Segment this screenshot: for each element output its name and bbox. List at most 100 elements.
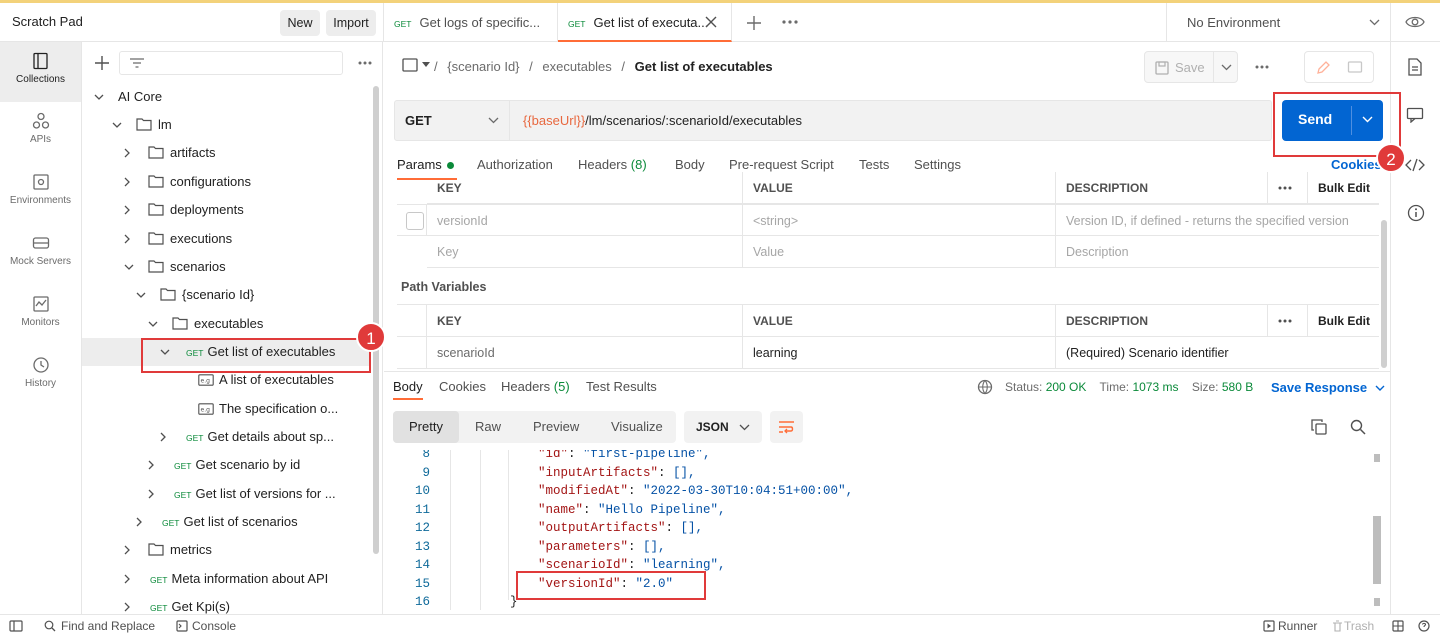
tree-item[interactable]: executions [82, 225, 370, 253]
tree-item[interactable]: GET Meta information about API [82, 565, 370, 593]
tab-headers[interactable]: Headers (8) [578, 157, 647, 172]
scrollbar-arrow-down[interactable] [1374, 598, 1380, 606]
tree-item[interactable]: configurations [82, 168, 370, 196]
chevron-right-icon[interactable] [136, 517, 143, 527]
more-options-icon[interactable] [1268, 172, 1308, 204]
documentation-icon[interactable] [1407, 58, 1423, 76]
runner-button[interactable]: Runner [1278, 619, 1317, 633]
cookies-link[interactable]: Cookies [1331, 157, 1382, 172]
url-input[interactable]: {{baseUrl}}/lm/scenarios/:scenarioId/exe… [523, 113, 802, 128]
chevron-right-icon[interactable] [124, 574, 131, 584]
edit-doc-toggle[interactable] [1304, 51, 1374, 83]
tab-pre-request-script[interactable]: Pre-request Script [729, 157, 834, 172]
breadcrumb-executables[interactable]: executables [542, 59, 611, 74]
save-button[interactable]: Save [1144, 51, 1238, 83]
tree-item[interactable]: executables [82, 310, 370, 338]
response-tab-headers[interactable]: Headers (5) [501, 379, 570, 394]
chevron-right-icon[interactable] [124, 205, 131, 215]
find-and-replace-button[interactable]: Find and Replace [61, 619, 155, 633]
save-response-button[interactable]: Save Response [1271, 380, 1385, 395]
tree-item[interactable]: GET Get list of scenarios [82, 508, 370, 536]
view-pretty[interactable]: Pretty [393, 411, 459, 443]
chevron-down-icon[interactable] [1221, 64, 1232, 71]
chevron-down-icon[interactable] [94, 94, 104, 101]
request-title[interactable]: Get list of executables [635, 59, 773, 74]
help-icon[interactable] [1418, 620, 1430, 632]
close-icon[interactable] [705, 16, 717, 28]
view-visualize[interactable]: Visualize [611, 419, 663, 434]
param-key[interactable]: versionId [427, 204, 743, 236]
chevron-right-icon[interactable] [124, 148, 131, 158]
copy-icon[interactable] [1311, 419, 1327, 435]
param-value[interactable]: <string> [743, 204, 1056, 236]
new-button[interactable]: New [280, 10, 320, 36]
search-icon[interactable] [1350, 419, 1366, 435]
console-button[interactable]: Console [192, 619, 236, 633]
chevron-right-icon[interactable] [124, 545, 131, 555]
format-select[interactable]: JSON [684, 411, 762, 443]
tree-item[interactable]: metrics [82, 536, 370, 564]
rail-apis[interactable]: APIs [0, 102, 81, 162]
tab-body[interactable]: Body [675, 157, 705, 172]
chevron-right-icon[interactable] [124, 177, 131, 187]
tab-authorization[interactable]: Authorization [477, 157, 553, 172]
tree-item[interactable]: AI Core [82, 83, 370, 111]
breadcrumb-scenario-id[interactable]: {scenario Id} [447, 59, 519, 74]
param-description[interactable]: Version ID, if defined - returns the spe… [1056, 204, 1379, 236]
caret-down-icon[interactable] [422, 62, 430, 68]
chevron-down-icon[interactable] [148, 321, 158, 328]
rail-mock-servers[interactable]: Mock Servers [0, 224, 81, 284]
bulk-edit-link[interactable]: Bulk Edit [1308, 172, 1379, 204]
more-options-icon[interactable] [1268, 305, 1308, 337]
new-tab-plus-icon[interactable] [747, 16, 761, 30]
view-raw[interactable]: Raw [475, 419, 501, 434]
sidebar-toggle-icon[interactable] [9, 620, 23, 632]
scrollbar-thumb[interactable] [1373, 516, 1381, 584]
tree-item[interactable]: e.g The specification o... [82, 395, 370, 423]
tab-get-list-executables[interactable]: GET Get list of executa... [558, 3, 732, 42]
import-button[interactable]: Import [326, 10, 376, 36]
param-checkbox[interactable] [397, 204, 427, 236]
info-icon[interactable] [1407, 204, 1425, 222]
chevron-right-icon[interactable] [124, 602, 131, 612]
trash-button[interactable]: Trash [1344, 619, 1374, 633]
new-param-key[interactable]: Key [427, 236, 743, 268]
more-actions-icon[interactable] [1255, 65, 1269, 69]
status-value[interactable]: 200 OK [1046, 380, 1087, 394]
layout-icon[interactable] [1392, 620, 1404, 632]
pencil-icon[interactable] [1315, 60, 1331, 76]
comment-icon[interactable] [1347, 60, 1363, 76]
chevron-down-icon[interactable] [112, 122, 122, 129]
tree-item[interactable]: {scenario Id} [82, 281, 370, 309]
tab-get-logs[interactable]: GET Get logs of specific... [384, 3, 558, 42]
tree-item[interactable]: GET Get details about sp... [82, 423, 370, 451]
tab-tests[interactable]: Tests [859, 157, 889, 172]
more-tabs-icon[interactable] [782, 20, 798, 24]
path-var-value[interactable]: learning [743, 337, 1056, 369]
comments-icon[interactable] [1406, 107, 1424, 123]
tab-params[interactable]: Params [397, 157, 454, 172]
rail-history[interactable]: History [0, 346, 81, 406]
size-value[interactable]: 580 B [1222, 380, 1253, 394]
tree-item[interactable]: GET Get scenario by id [82, 451, 370, 479]
code-scrollbar[interactable] [1373, 452, 1381, 608]
tree-item[interactable]: artifacts [82, 139, 370, 167]
new-param-value[interactable]: Value [743, 236, 1056, 268]
chevron-right-icon[interactable] [160, 432, 167, 442]
globe-icon[interactable] [977, 379, 993, 395]
scrollbar-arrow-up[interactable] [1374, 454, 1380, 462]
tree-item[interactable]: GET Get list of versions for ... [82, 480, 370, 508]
chevron-right-icon[interactable] [148, 460, 155, 470]
request-scrollbar[interactable] [1381, 220, 1387, 368]
chevron-down-icon[interactable] [136, 292, 146, 299]
method-select[interactable]: GET [395, 101, 510, 140]
rail-environments[interactable]: Environments [0, 163, 81, 223]
time-value[interactable]: 1073 ms [1132, 380, 1178, 394]
code-icon[interactable] [1405, 158, 1425, 172]
chevron-down-icon[interactable] [124, 264, 134, 271]
chevron-right-icon[interactable] [124, 234, 131, 244]
bulk-edit-link[interactable]: Bulk Edit [1308, 305, 1379, 337]
tab-settings[interactable]: Settings [914, 157, 961, 172]
tree-item[interactable]: scenarios [82, 253, 370, 281]
environment-select[interactable]: No Environment [1166, 3, 1390, 42]
